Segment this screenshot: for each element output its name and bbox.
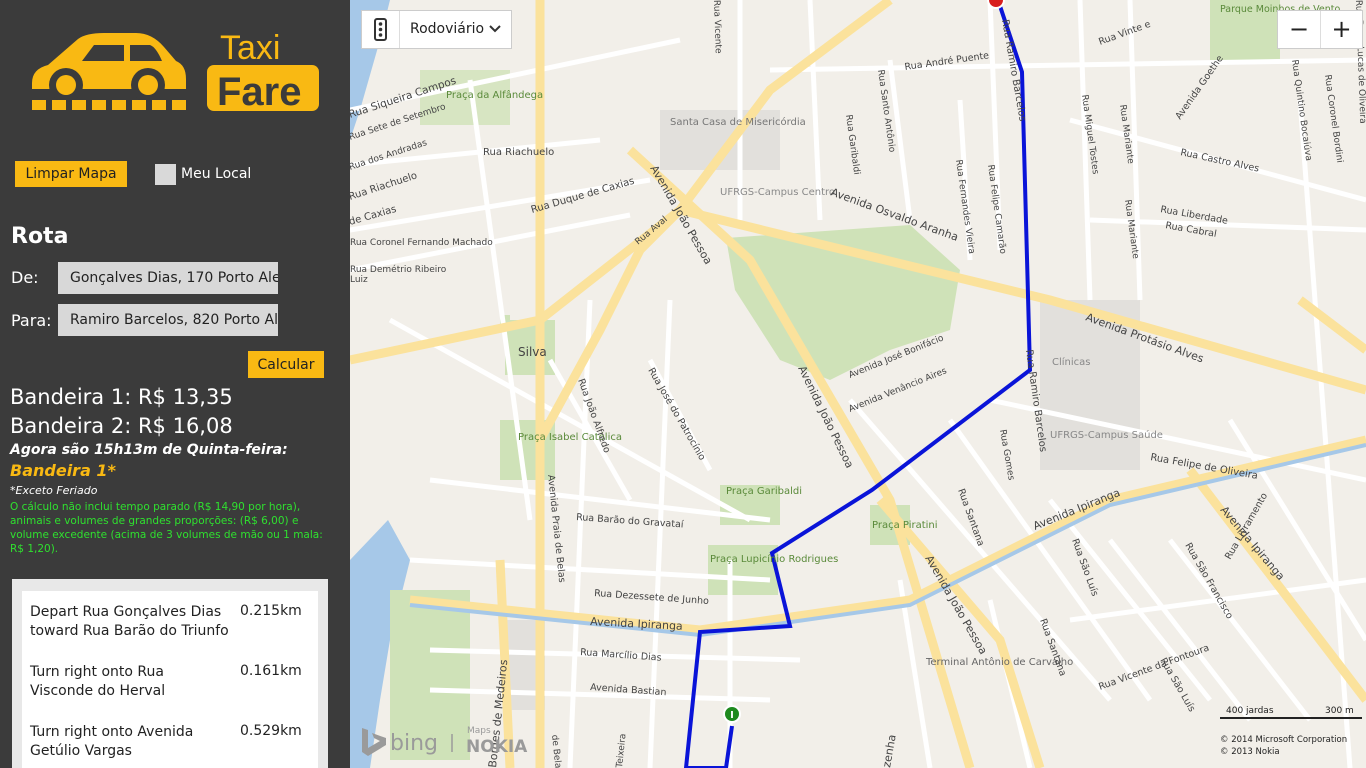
logo-word-fare: Fare xyxy=(217,70,302,114)
map-label: Santa Casa de Misericórdia xyxy=(670,116,806,128)
map-label: Rua Riachuelo xyxy=(350,170,419,202)
map-label: Rua Marcílio Dias xyxy=(580,647,662,664)
copyright-microsoft: © 2014 Microsoft Corporation xyxy=(1220,735,1347,745)
directions-panel: Depart Rua Gonçalves Dias toward Rua Bar… xyxy=(12,579,328,768)
my-location-checkbox[interactable] xyxy=(155,164,176,185)
map-label: Rua Demétrio Ribeiro xyxy=(350,264,447,275)
clear-map-button[interactable]: Limpar Mapa xyxy=(15,161,127,187)
map-label: Avenida Ipiranga xyxy=(1031,486,1122,533)
map-label: de Belas xyxy=(549,734,563,768)
map-canvas[interactable]: I Rua Siqueira Campos Praça da Alfândega… xyxy=(350,0,1366,768)
map-style-label: Rodoviário xyxy=(410,21,485,37)
map-label: Praça da Alfândega xyxy=(446,89,543,101)
current-flag: Bandeira 1* xyxy=(10,461,116,480)
scale-yards: 400 jardas xyxy=(1226,706,1274,716)
fare-note: O cálculo não inclui tempo parado (R$ 14… xyxy=(10,501,323,555)
direction-distance: 0.529km xyxy=(240,723,302,739)
map-label: Avenida Ipiranga xyxy=(590,615,683,633)
copyright-nokia: © 2013 Nokia xyxy=(1220,747,1280,757)
zoom-control: − + xyxy=(1277,10,1363,49)
direction-text: Turn right onto Avenida Getúlio Vargas xyxy=(30,724,194,759)
direction-step[interactable]: Turn right onto Avenida Getúlio Vargas 0… xyxy=(30,723,318,768)
my-location-label: Meu Local xyxy=(181,166,252,182)
scale-bar: 400 jardas 300 m xyxy=(1220,706,1362,719)
map-label: Rua José do Patrocínio xyxy=(645,366,707,463)
map-label: Clínicas xyxy=(1052,356,1091,368)
map-label: Praça Lupicínio Rodrigues xyxy=(710,553,838,565)
map-label: Avenida João Pessoa xyxy=(795,364,856,471)
map-label: Rua Barão do Gravataí xyxy=(576,512,684,530)
map-label: Rua Gomes xyxy=(997,429,1016,482)
direction-distance: 0.215km xyxy=(240,603,302,619)
to-input[interactable]: Ramiro Barcelos, 820 Porto Alegre xyxy=(58,304,278,336)
map-label: Silva xyxy=(518,345,547,359)
from-input[interactable]: Gonçalves Dias, 170 Porto Alegre xyxy=(58,262,278,294)
map-label: Rua dos Andradas xyxy=(350,138,429,173)
zoom-out-button[interactable]: − xyxy=(1278,11,1321,48)
direction-step[interactable]: Turn right onto Rua Visconde do Herval 0… xyxy=(30,663,318,708)
map-label: Praça Piratini xyxy=(872,520,938,531)
map-label: Rua Dezessete de Junho xyxy=(594,588,710,607)
map-label: Praça Garibaldi xyxy=(726,486,802,497)
map-label: Luiz xyxy=(350,275,368,285)
map-label: Rua Castro Alves xyxy=(1179,147,1260,174)
nokia-wordmark: NOKIA xyxy=(466,737,528,757)
maps-wordmark: Maps xyxy=(467,726,491,736)
map-label: Rua Quintino Bocaiúva xyxy=(1289,59,1313,162)
map-label: Rua Felipe Camarão xyxy=(985,164,1008,255)
holiday-exception: *Exceto Feriado xyxy=(10,484,98,497)
current-time-text: Agora são 15h13m de Quinta-feira: xyxy=(10,442,288,458)
direction-text: Depart Rua Gonçalves Dias toward Rua Bar… xyxy=(30,604,229,639)
map-label: UFRGS-Campus Saúde xyxy=(1050,429,1163,441)
direction-step[interactable]: Depart Rua Gonçalves Dias toward Rua Bar… xyxy=(30,603,318,648)
direction-text: Turn right onto Rua Visconde do Herval xyxy=(30,664,166,699)
map-label: Rua Riachuelo xyxy=(483,147,554,158)
map-label: zenha xyxy=(880,734,899,768)
start-pin-label: I xyxy=(730,710,734,721)
sidebar: Taxi Fare Limpar Mapa Meu Local Rota De:… xyxy=(0,0,350,768)
end-pin-icon[interactable] xyxy=(987,0,1005,9)
map-label: Rua Coronel Fernando Machado xyxy=(350,238,493,248)
fare-flag-1: Bandeira 1: R$ 13,35 xyxy=(10,385,233,409)
bing-wordmark: bing xyxy=(390,731,438,756)
map-label: Rua Garibaldi xyxy=(843,114,861,175)
map-options-icon[interactable] xyxy=(362,11,400,48)
map-label: Rua André Puente xyxy=(904,50,990,73)
map-label: Teixeira xyxy=(615,733,629,768)
map-label: UFRGS-Campus Centro xyxy=(720,187,835,198)
map-style-selector[interactable]: Rodoviário xyxy=(361,10,512,49)
from-label: De: xyxy=(11,268,39,287)
map-label: Rua Vinte e xyxy=(1097,19,1152,48)
zoom-in-button[interactable]: + xyxy=(1321,11,1362,48)
map-view[interactable]: I Rua Siqueira Campos Praça da Alfândega… xyxy=(350,0,1366,768)
fare-flag-2: Bandeira 2: R$ 16,08 xyxy=(10,414,233,438)
calculate-button[interactable]: Calcular xyxy=(248,351,324,378)
route-heading: Rota xyxy=(11,224,69,249)
logo-word-taxi: Taxi xyxy=(220,29,280,67)
taxi-fare-logo: Taxi Fare xyxy=(32,29,319,114)
map-label: Rua Vicente xyxy=(711,0,723,54)
to-label: Para: xyxy=(11,311,52,330)
map-label: Rua Coronel Bordini xyxy=(1322,74,1344,164)
directions-list[interactable]: Depart Rua Gonçalves Dias toward Rua Bar… xyxy=(22,591,318,768)
scale-meters: 300 m xyxy=(1325,706,1354,716)
direction-distance: 0.161km xyxy=(240,663,302,679)
